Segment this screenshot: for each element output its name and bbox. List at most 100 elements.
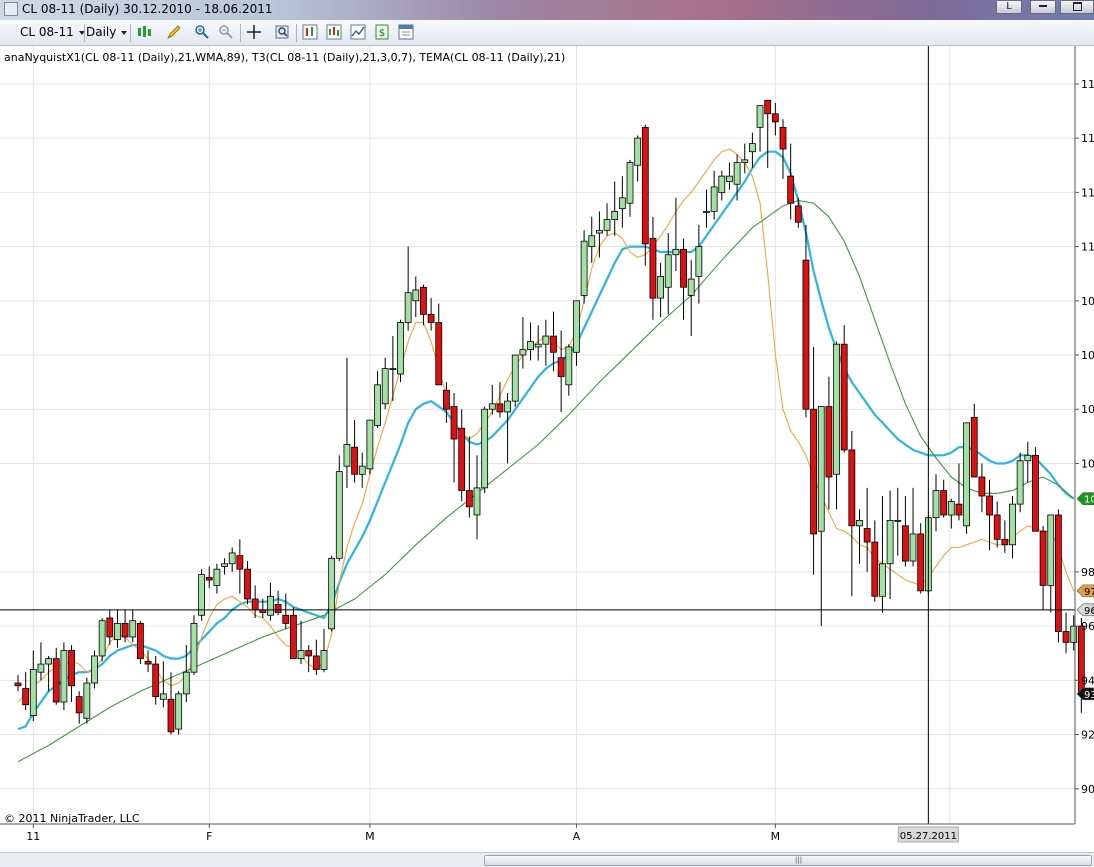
candle-body-down (1032, 454, 1039, 532)
window-title-bar: CL 08-11 (Daily) 30.12.2010 - 18.06.2011… (0, 0, 1094, 20)
candle-body-down (351, 446, 359, 475)
candle (1055, 509, 1062, 643)
candle-body-up (1016, 460, 1024, 505)
candle-body-up (198, 574, 206, 616)
bar-type-icon[interactable] (136, 24, 152, 40)
money-icon[interactable]: $ (374, 24, 390, 40)
horizontal-scrollbar[interactable]: ||| (0, 852, 1094, 867)
candle (840, 325, 848, 453)
candle-body-down (152, 663, 160, 697)
candle (190, 615, 198, 675)
y-tick-label: 94 (1081, 674, 1094, 687)
candle-body-down (1062, 631, 1070, 643)
toolbar-divider (130, 24, 131, 42)
y-tick-label: 10 (1081, 457, 1094, 470)
candle-body-up (527, 341, 534, 351)
candle-body-up (580, 240, 588, 296)
candle-body-up (664, 254, 672, 288)
candle-body-up (175, 693, 183, 730)
candle-body-up (932, 490, 940, 519)
candle (963, 422, 970, 534)
candle-body-up (504, 400, 512, 413)
y-tick-label: 10 (1081, 349, 1094, 362)
candle-body-down (863, 528, 871, 543)
interval-label: Daily (86, 25, 117, 39)
candle-body-down (871, 541, 879, 597)
indicators-icon[interactable] (326, 24, 342, 40)
candle-body-up (695, 246, 703, 277)
price-marker-label: 10 (1084, 495, 1094, 506)
candle-body-down (465, 490, 473, 508)
candle-body-up (817, 406, 825, 532)
candle-body-up (710, 186, 718, 212)
candle-body-down (450, 406, 458, 440)
instrument-selector[interactable]: CL 08-11 (20, 25, 85, 39)
x-tick-label: F (206, 830, 212, 843)
candle-body-up (473, 487, 481, 516)
scrollbar-thumb[interactable] (484, 855, 1092, 866)
magnifier-icon[interactable] (274, 24, 290, 40)
candle-body-up (611, 210, 619, 220)
y-tick-label: 10 (1081, 403, 1094, 416)
zoom-in-icon[interactable] (194, 24, 210, 40)
candle-body-up (756, 105, 764, 128)
candle (366, 419, 374, 475)
candle-body-down (251, 598, 259, 611)
candle-body-up (374, 384, 381, 426)
candle (60, 642, 68, 711)
price-chart[interactable]: 11 11 11 11 10 10 10 10 98 96 94 92 90 11 F M A M 05.27.2… (0, 46, 1094, 852)
candle-body-down (274, 604, 282, 613)
candle-body-up (833, 343, 840, 475)
candle-body-up (297, 650, 305, 660)
layout-button[interactable]: L (996, 0, 1022, 14)
candle-body-up (672, 248, 680, 256)
candle-body-up (1047, 514, 1055, 586)
candle-body-up (29, 669, 37, 716)
zoom-out-icon[interactable] (218, 24, 234, 40)
candle-body-up (412, 289, 420, 302)
candle-body-down (121, 623, 129, 638)
maximize-button[interactable] (1060, 0, 1094, 14)
candle-body-down (458, 427, 466, 491)
candle-body-down (649, 238, 657, 299)
crosshair-icon[interactable] (246, 24, 262, 40)
candle-body-down (136, 623, 144, 660)
candle-body-up (381, 368, 389, 405)
candle-body-down (794, 205, 802, 223)
candle (481, 406, 489, 494)
drawing-tool-icon[interactable] (166, 24, 182, 40)
candle-body-down (825, 406, 833, 478)
candle-body-down (764, 99, 772, 115)
candle-body-up (519, 349, 527, 356)
candle-body-up (129, 620, 137, 638)
candle-body-down (840, 343, 848, 451)
candle-body-up (328, 557, 336, 630)
price-marker-label: 93 (1084, 690, 1094, 701)
candle-body-down (442, 389, 450, 410)
candle-body-down (68, 650, 75, 687)
candle (397, 319, 404, 383)
candle-body-down (557, 357, 565, 378)
data-series-icon[interactable] (302, 24, 318, 40)
candle-body-up (320, 650, 328, 670)
strategies-icon[interactable] (350, 24, 366, 40)
candle (917, 523, 925, 594)
properties-icon[interactable] (398, 24, 414, 40)
candle-body-down (680, 248, 687, 288)
candle-body-up (573, 300, 580, 353)
candle-body-down (14, 682, 22, 687)
interval-selector[interactable]: Daily (86, 25, 128, 39)
y-tick-label: 11 (1081, 241, 1094, 254)
candle-body-down (427, 313, 435, 323)
candle-body-up (963, 422, 970, 527)
candle-body-up (213, 568, 221, 586)
candle-body-up (596, 229, 603, 234)
candle-body-down (75, 696, 83, 714)
candle-body-up (190, 623, 198, 673)
candle-body-up (45, 658, 52, 665)
candle-body-down (550, 335, 557, 353)
candle-body-down (52, 658, 60, 703)
minimize-button[interactable] (1030, 0, 1056, 14)
candle (91, 650, 98, 689)
candle-body-up (488, 403, 496, 410)
